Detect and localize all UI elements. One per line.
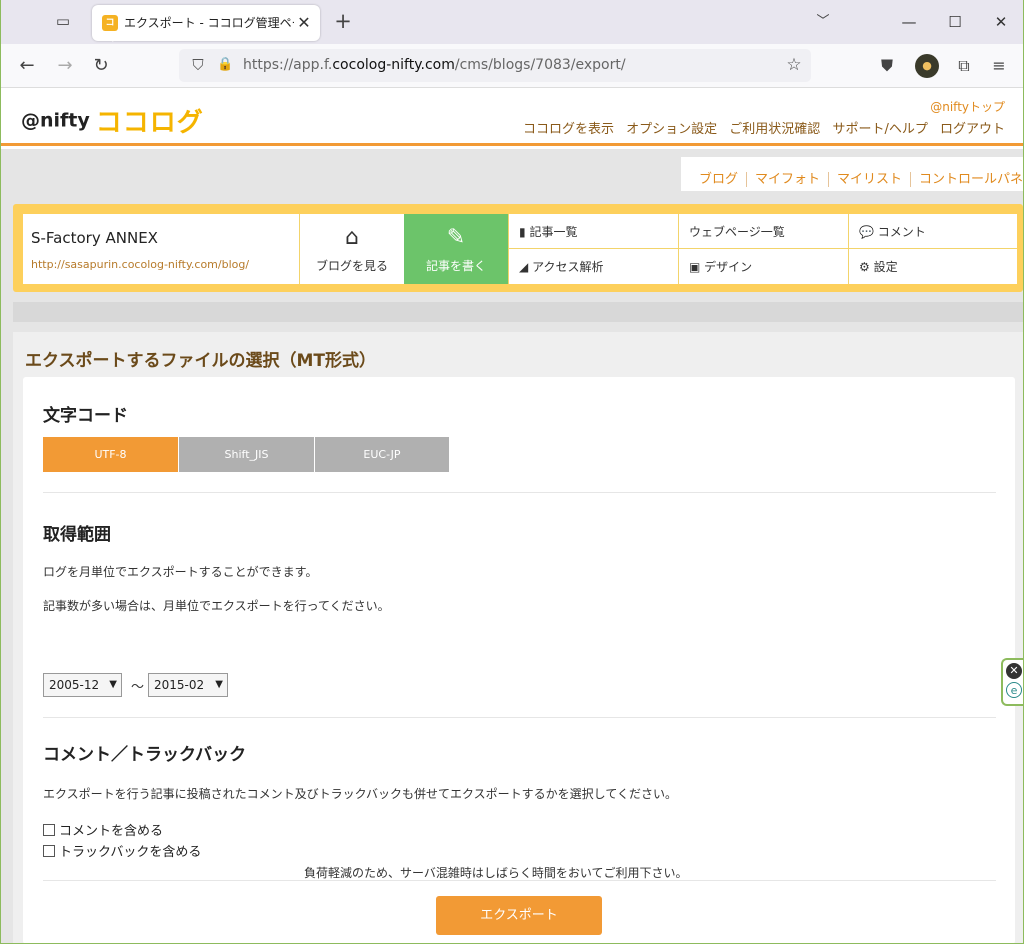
divider bbox=[43, 492, 996, 493]
write-article-label: 記事を書く bbox=[425, 259, 486, 273]
blog-url[interactable]: http://sasapurin.cocolog-nifty.com/blog/ bbox=[31, 258, 249, 271]
close-circle-icon[interactable]: ✕ bbox=[1006, 663, 1022, 679]
extensions-puzzle-icon[interactable]: ⧉ bbox=[952, 54, 976, 78]
page-title: エクスポートするファイルの選択（MT形式） bbox=[25, 351, 377, 371]
view-cocolog-link[interactable]: ココログを表示 bbox=[523, 122, 614, 137]
range-from-select[interactable]: 2005-12 ▼ bbox=[43, 673, 122, 697]
range-to-select[interactable]: 2015-02 ▼ bbox=[148, 673, 228, 697]
export-button[interactable]: エクスポート bbox=[436, 896, 602, 935]
chevron-down-icon: ▼ bbox=[109, 679, 117, 690]
menu-access[interactable]: ◢ アクセス解析 bbox=[508, 249, 678, 284]
chevron-down-icon: ▼ bbox=[215, 679, 223, 690]
view-blog-button[interactable]: ⌂ ブログを見る bbox=[299, 214, 404, 284]
extension-e-icon[interactable]: e bbox=[1006, 682, 1022, 698]
site-header: @nifty ココログ @niftyトップ ココログを表示 オプション設定 ご利用… bbox=[1, 88, 1023, 146]
charset-shiftjis-button[interactable]: Shift_JIS bbox=[179, 437, 314, 472]
comments-desc: エクスポートを行う記事に投稿されたコメント及びトラックバックも併せてエクスポート… bbox=[43, 787, 677, 801]
include-trackbacks-checkbox[interactable]: トラックバックを含める bbox=[43, 841, 201, 860]
tab-title: エクスポート - ココログ管理ページ:@ bbox=[124, 16, 294, 30]
reload-icon[interactable]: ↻ bbox=[89, 54, 113, 78]
tab-view-icon[interactable]: ▭ bbox=[53, 12, 73, 30]
side-extension-widget: ✕ e bbox=[1001, 658, 1023, 706]
menu-articles[interactable]: ▮ 記事一覧 bbox=[508, 214, 678, 249]
bookmark-star-icon[interactable]: ☆ bbox=[783, 54, 805, 76]
tab-blog[interactable]: ブログ bbox=[691, 172, 748, 187]
view-blog-label: ブログを見る bbox=[315, 259, 388, 273]
pocket-icon[interactable]: ⛊ bbox=[875, 54, 899, 78]
book-icon: ▮ bbox=[519, 225, 526, 239]
charset-eucjp-button[interactable]: EUC-JP bbox=[315, 437, 449, 472]
nifty-top-link[interactable]: @niftyトップ bbox=[930, 98, 1005, 115]
edit-icon: ✎ bbox=[446, 225, 466, 250]
comments-heading: コメント／トラックバック bbox=[43, 745, 247, 765]
cocolog-favicon-icon: ココ bbox=[102, 15, 118, 44]
range-heading: 取得範囲 bbox=[43, 525, 111, 545]
blog-name[interactable]: S-Factory ANNEX bbox=[31, 229, 158, 247]
tab-strip: ▭ ココ エクスポート - ココログ管理ページ:@ ✕ + ﹀ — ☐ ✕ bbox=[1, 0, 1023, 44]
include-comments-checkbox[interactable]: コメントを含める bbox=[43, 820, 163, 839]
write-article-button[interactable]: ✎ 記事を書く bbox=[404, 214, 508, 284]
tab-myphoto[interactable]: マイフォト bbox=[747, 172, 830, 187]
header-links: ココログを表示 オプション設定 ご利用状況確認 サポート/ヘルプ ログアウト bbox=[515, 118, 1005, 137]
menu-hamburger-icon[interactable]: ≡ bbox=[987, 54, 1011, 78]
tab-mylist[interactable]: マイリスト bbox=[829, 172, 912, 187]
export-section: エクスポートするファイルの選択（MT形式） 文字コード UTF-8 Shift_… bbox=[13, 332, 1023, 943]
maximize-icon[interactable]: ☐ bbox=[943, 10, 967, 34]
divider bbox=[43, 717, 996, 718]
back-arrow-icon[interactable]: ← bbox=[15, 54, 39, 78]
list-tabs-chevron-down-icon[interactable]: ﹀ bbox=[813, 12, 833, 32]
navigation-bar: ← → ↻ ⛉ 🔒 https://app.f.cocolog-nifty.co… bbox=[1, 44, 1023, 88]
menu-settings[interactable]: ⚙ 設定 bbox=[848, 249, 1017, 284]
account-avatar-icon[interactable]: ● bbox=[915, 54, 939, 78]
browser-window: ▭ ココ エクスポート - ココログ管理ページ:@ ✕ + ﹀ — ☐ ✕ ← … bbox=[0, 0, 1024, 944]
charset-heading: 文字コード bbox=[43, 406, 128, 426]
blog-panel-inner: S-Factory ANNEX http://sasapurin.cocolog… bbox=[23, 214, 1017, 284]
close-window-icon[interactable]: ✕ bbox=[989, 10, 1013, 34]
menu-comments[interactable]: 💬 コメント bbox=[848, 214, 1017, 249]
charset-utf8-button[interactable]: UTF-8 bbox=[43, 437, 178, 472]
menu-design[interactable]: ▣ デザイン bbox=[678, 249, 848, 284]
usage-status-link[interactable]: ご利用状況確認 bbox=[729, 122, 820, 137]
new-tab-icon[interactable]: + bbox=[333, 10, 353, 34]
lock-icon[interactable]: 🔒 bbox=[217, 56, 233, 74]
option-settings-link[interactable]: オプション設定 bbox=[626, 122, 717, 137]
logout-link[interactable]: ログアウト bbox=[940, 122, 1005, 137]
checkbox-box[interactable] bbox=[43, 824, 55, 836]
shield-icon[interactable]: ⛉ bbox=[189, 56, 207, 74]
active-tab[interactable]: ココ エクスポート - ココログ管理ページ:@ ✕ bbox=[92, 5, 320, 44]
tab-close-icon[interactable]: ✕ bbox=[295, 13, 313, 33]
divider-strip bbox=[13, 302, 1023, 322]
menu-webpages[interactable]: ウェブページ一覧 bbox=[678, 214, 848, 249]
url-text[interactable]: https://app.f.cocolog-nifty.com/cms/blog… bbox=[243, 56, 763, 75]
blog-panel: S-Factory ANNEX http://sasapurin.cocolog… bbox=[13, 204, 1023, 292]
export-form: 文字コード UTF-8 Shift_JIS EUC-JP 取得範囲 ログを月単位… bbox=[23, 377, 1015, 943]
checkbox-box[interactable] bbox=[43, 845, 55, 857]
chart-icon: ◢ bbox=[519, 260, 529, 274]
load-notice: 負荷軽減のため、サーバ混雑時はしばらく時間をおいてご利用下さい。 bbox=[304, 866, 688, 880]
cocolog-logo[interactable]: @nifty ココログ bbox=[21, 102, 204, 138]
forward-arrow-icon[interactable]: → bbox=[53, 54, 77, 78]
address-bar[interactable]: ⛉ 🔒 https://app.f.cocolog-nifty.com/cms/… bbox=[179, 49, 811, 82]
minimize-icon[interactable]: — bbox=[897, 10, 921, 34]
home-icon: ⌂ bbox=[345, 225, 359, 250]
tab-control-panel[interactable]: コントロールパネル bbox=[911, 172, 1023, 187]
gear-icon: ⚙ bbox=[859, 260, 870, 274]
top-tabs: ブログマイフォトマイリストコントロールパネル bbox=[681, 157, 1023, 191]
range-desc-1: ログを月単位でエクスポートすることができます。 bbox=[43, 565, 318, 579]
range-desc-2: 記事数が多い場合は、月単位でエクスポートを行ってください。 bbox=[43, 599, 390, 613]
image-icon: ▣ bbox=[689, 260, 701, 274]
comment-icon: 💬 bbox=[859, 225, 874, 239]
support-help-link[interactable]: サポート/ヘルプ bbox=[832, 122, 927, 137]
range-separator: ～ bbox=[131, 680, 145, 695]
